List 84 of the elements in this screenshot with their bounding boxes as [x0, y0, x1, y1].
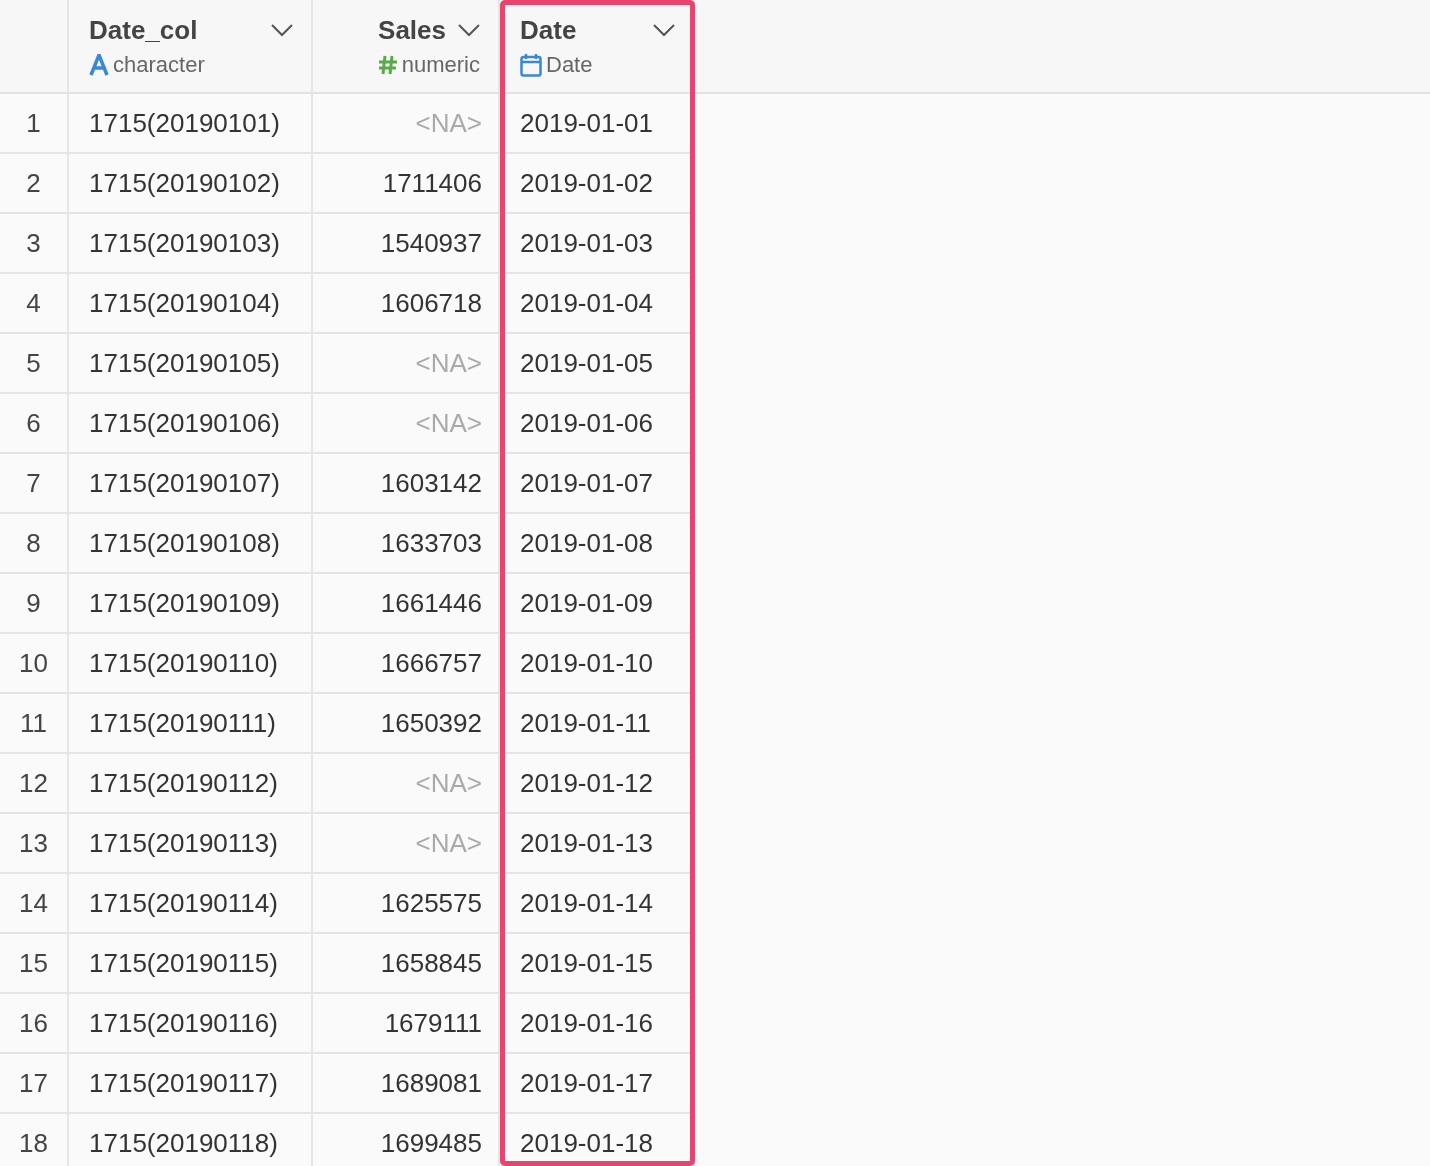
- row-number: 12: [0, 754, 69, 814]
- table-cell: 2019-01-11: [500, 694, 695, 754]
- column-type: character: [113, 51, 205, 78]
- table-cell: 2019-01-01: [500, 94, 695, 154]
- row-number: 5: [0, 334, 69, 394]
- table-cell: 2019-01-10: [500, 634, 695, 694]
- table-cell: <NA>: [313, 334, 500, 394]
- table-cell: 1715(20190106): [69, 394, 313, 454]
- hash-icon: [377, 54, 398, 75]
- table-cell: 1715(20190111): [69, 694, 313, 754]
- table-cell: 1633703: [313, 514, 500, 574]
- table-cell: 2019-01-03: [500, 214, 695, 274]
- table-cell: 2019-01-09: [500, 574, 695, 634]
- table-cell: 1715(20190114): [69, 874, 313, 934]
- row-number: 4: [0, 274, 69, 334]
- table-cell: 1715(20190115): [69, 934, 313, 994]
- table-cell: 2019-01-02: [500, 154, 695, 214]
- table-cell: 1711406: [313, 154, 500, 214]
- row-number: 7: [0, 454, 69, 514]
- row-number: 10: [0, 634, 69, 694]
- table-cell: 2019-01-08: [500, 514, 695, 574]
- row-number: 14: [0, 874, 69, 934]
- calendar-icon: [520, 52, 542, 77]
- row-number: 8: [0, 514, 69, 574]
- table-cell: 1666757: [313, 634, 500, 694]
- table-cell: 1715(20190110): [69, 634, 313, 694]
- table-cell: 1715(20190101): [69, 94, 313, 154]
- table-cell: 1715(20190109): [69, 574, 313, 634]
- column-header: Date: [520, 14, 577, 46]
- table-cell: 1625575: [313, 874, 500, 934]
- row-number: 18: [0, 1114, 69, 1166]
- table-cell: 2019-01-18: [500, 1114, 695, 1166]
- row-number: 15: [0, 934, 69, 994]
- table-cell: 1715(20190118): [69, 1114, 313, 1166]
- table-cell: 2019-01-07: [500, 454, 695, 514]
- column-header: Sales: [378, 14, 446, 46]
- table-cell: 2019-01-05: [500, 334, 695, 394]
- row-number: 1: [0, 94, 69, 154]
- table-cell: 1715(20190116): [69, 994, 313, 1054]
- chevron-down-icon[interactable]: [653, 23, 675, 37]
- table-cell: 1715(20190104): [69, 274, 313, 334]
- table-cell: <NA>: [313, 94, 500, 154]
- table-cell: 1715(20190117): [69, 1054, 313, 1114]
- row-number: 17: [0, 1054, 69, 1114]
- chevron-down-icon[interactable]: [271, 23, 293, 37]
- letter-a-icon: [89, 53, 109, 76]
- table-cell: <NA>: [313, 394, 500, 454]
- table-cell: 1661446: [313, 574, 500, 634]
- table-cell: 1715(20190102): [69, 154, 313, 214]
- table-cell: 1715(20190112): [69, 754, 313, 814]
- table-cell: <NA>: [313, 754, 500, 814]
- table-cell: 1715(20190107): [69, 454, 313, 514]
- table-cell: 2019-01-16: [500, 994, 695, 1054]
- table-cell: 2019-01-12: [500, 754, 695, 814]
- row-number: 6: [0, 394, 69, 454]
- table-cell: 1650392: [313, 694, 500, 754]
- table-cell: 1606718: [313, 274, 500, 334]
- row-number: 11: [0, 694, 69, 754]
- row-number: 16: [0, 994, 69, 1054]
- row-number: 9: [0, 574, 69, 634]
- table-cell: 2019-01-04: [500, 274, 695, 334]
- column-type: numeric: [401, 51, 480, 78]
- column-type: Date: [546, 51, 593, 78]
- chevron-down-icon[interactable]: [458, 23, 480, 37]
- table-cell: 1603142: [313, 454, 500, 514]
- row-number: 2: [0, 154, 69, 214]
- table-cell: 1715(20190103): [69, 214, 313, 274]
- row-number: 13: [0, 814, 69, 874]
- table-cell: 1540937: [313, 214, 500, 274]
- table-cell: 2019-01-15: [500, 934, 695, 994]
- table-cell: 2019-01-13: [500, 814, 695, 874]
- table-cell: 1699485: [313, 1114, 500, 1166]
- table-cell: <NA>: [313, 814, 500, 874]
- column-header: Date_col: [89, 14, 198, 46]
- table-cell: 1715(20190105): [69, 334, 313, 394]
- table-cell: 1689081: [313, 1054, 500, 1114]
- table-cell: 2019-01-14: [500, 874, 695, 934]
- table-cell: 1679111: [313, 994, 500, 1054]
- table-cell: 2019-01-06: [500, 394, 695, 454]
- row-number: 3: [0, 214, 69, 274]
- table-cell: 1715(20190113): [69, 814, 313, 874]
- table-cell: 2019-01-17: [500, 1054, 695, 1114]
- table-cell: 1715(20190108): [69, 514, 313, 574]
- table-cell: 1658845: [313, 934, 500, 994]
